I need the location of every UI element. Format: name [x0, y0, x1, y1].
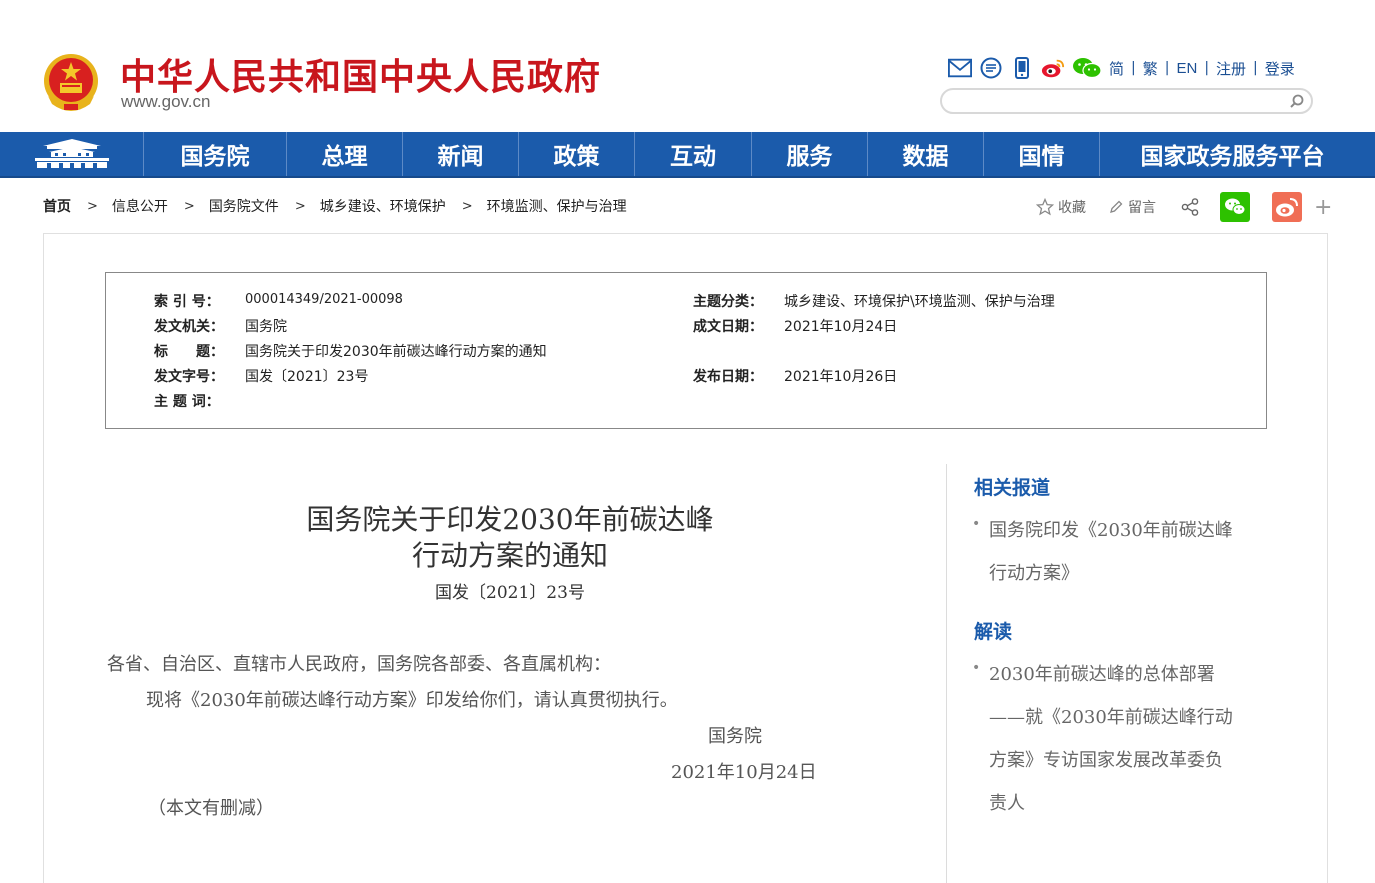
favorite-button[interactable]: 收藏 — [1036, 197, 1086, 217]
breadcrumb: 首页 > 信息公开 > 国务院文件 > 城乡建设、环境保护 > 环境监测、保护与… — [43, 196, 627, 216]
search-box — [940, 88, 1313, 114]
chat-bubble-icon[interactable] — [979, 57, 1003, 79]
interpretation-link-cont[interactable]: 方案》专访国家发展改革委负 — [989, 746, 1223, 772]
pencil-icon — [1110, 200, 1123, 213]
chevron-right-icon: > — [294, 198, 306, 214]
issuer-label: 发文机关： — [154, 319, 224, 335]
comment-button[interactable]: 留言 — [1108, 197, 1156, 217]
published-date-value: 2021年10月26日 — [784, 369, 898, 385]
nav-item-national-profile[interactable]: 国情 — [983, 132, 1099, 176]
search-icon[interactable] — [1289, 93, 1305, 109]
national-emblem-icon[interactable] — [42, 52, 100, 114]
interpretation-heading: 解读 — [974, 621, 1013, 643]
related-report-link[interactable]: 国务院印发《2030年前碳达峰 — [989, 516, 1233, 542]
nav-item-data[interactable]: 数据 — [867, 132, 983, 176]
mail-icon[interactable] — [948, 57, 972, 79]
site-url[interactable]: www.gov.cn — [121, 92, 210, 112]
register-link[interactable]: 注册 — [1216, 58, 1246, 79]
tiananmen-logo-icon[interactable] — [0, 132, 143, 176]
title-value: 国务院关于印发2030年前碳达峰行动方案的通知 — [245, 344, 547, 360]
article-doc-number: 国发〔2021〕23号 — [435, 583, 585, 603]
title-label: 标 题： — [154, 344, 224, 360]
site-header: 中华人民共和国中央人民政府 www.gov.cn 简 | 繁 | EN | 注册… — [0, 0, 1375, 132]
article-title-line1: 国务院关于印发2030年前碳达峰 — [306, 503, 714, 536]
nav-item-state-council[interactable]: 国务院 — [143, 132, 286, 176]
nav-item-policy[interactable]: 政策 — [518, 132, 634, 176]
share-icon[interactable] — [1180, 197, 1204, 217]
bullet-icon: • — [972, 516, 981, 532]
nav-item-interaction[interactable]: 互动 — [634, 132, 751, 176]
doc-number-label: 发文字号： — [154, 369, 224, 385]
lang-english-link[interactable]: EN — [1176, 60, 1197, 77]
star-icon — [1036, 198, 1054, 216]
index-number-label: 索 引 号： — [154, 294, 220, 310]
wechat-share-icon[interactable] — [1220, 192, 1254, 222]
mobile-icon[interactable] — [1010, 57, 1034, 79]
comment-label: 留言 — [1128, 200, 1156, 216]
lang-simplified-link[interactable]: 简 — [1109, 58, 1124, 79]
chevron-right-icon: > — [183, 198, 195, 214]
topic-value: 城乡建设、环境保护\环境监测、保护与治理 — [784, 294, 1055, 310]
document-info-box: 索 引 号： 000014349/2021-00098 发文机关： 国务院 标 … — [105, 272, 1267, 429]
breadcrumb-council-documents[interactable]: 国务院文件 — [209, 196, 279, 216]
interpretation-link-cont[interactable]: ——就《2030年前碳达峰行动 — [989, 703, 1233, 729]
published-date-label: 发布日期： — [693, 369, 763, 385]
nav-item-news[interactable]: 新闻 — [402, 132, 518, 176]
issuer-value: 国务院 — [245, 319, 287, 335]
breadcrumb-environmental-monitoring[interactable]: 环境监测、保护与治理 — [487, 196, 627, 216]
article-title-line2: 行动方案的通知 — [411, 539, 608, 572]
article-body: 现将《2030年前碳达峰行动方案》印发给你们，请认真贯彻执行。 — [146, 690, 678, 711]
article-signature: 国务院 — [708, 726, 762, 747]
keywords-label: 主 题 词： — [154, 394, 220, 410]
plus-icon[interactable]: + — [1314, 195, 1332, 220]
article-date: 2021年10月24日 — [671, 762, 817, 783]
weibo-icon[interactable] — [1041, 57, 1065, 79]
search-input[interactable] — [952, 92, 1282, 110]
index-number-value: 000014349/2021-00098 — [245, 292, 403, 307]
written-date-value: 2021年10月24日 — [784, 319, 898, 335]
breadcrumb-home[interactable]: 首页 — [43, 196, 71, 216]
weibo-share-icon[interactable] — [1272, 192, 1306, 222]
nav-item-services[interactable]: 服务 — [751, 132, 867, 176]
top-toolbar: 简 | 繁 | EN | 注册 | 登录 — [948, 56, 1295, 80]
interpretation-link[interactable]: 2030年前碳达峰的总体部署 — [989, 660, 1215, 686]
chevron-right-icon: > — [461, 198, 473, 214]
related-reports-heading: 相关报道 — [974, 477, 1051, 499]
article-note: （本文有删减） — [148, 798, 274, 819]
written-date-label: 成文日期： — [693, 319, 763, 335]
breadcrumb-urban-environment[interactable]: 城乡建设、环境保护 — [320, 196, 446, 216]
lang-traditional-link[interactable]: 繁 — [1143, 58, 1158, 79]
chevron-right-icon: > — [87, 198, 98, 214]
bullet-icon: • — [972, 660, 981, 676]
doc-number-value: 国发〔2021〕23号 — [245, 369, 369, 385]
main-nav: 国务院 总理 新闻 政策 互动 服务 数据 国情 国家政务服务平台 — [0, 132, 1375, 178]
favorite-label: 收藏 — [1058, 200, 1086, 216]
article-salutation: 各省、自治区、直辖市人民政府，国务院各部委、各直属机构： — [107, 654, 611, 675]
nav-item-service-platform[interactable]: 国家政务服务平台 — [1099, 132, 1365, 176]
interpretation-link-cont[interactable]: 责人 — [989, 789, 1025, 815]
sidebar-divider — [946, 464, 947, 883]
wechat-icon[interactable] — [1072, 57, 1102, 79]
login-link[interactable]: 登录 — [1265, 58, 1295, 79]
share-bar: 收藏 留言 + — [1036, 192, 1332, 222]
related-report-link-cont[interactable]: 行动方案》 — [989, 559, 1079, 585]
topic-label: 主题分类： — [693, 294, 763, 310]
breadcrumb-info-disclosure[interactable]: 信息公开 — [112, 196, 168, 216]
nav-item-premier[interactable]: 总理 — [286, 132, 402, 176]
